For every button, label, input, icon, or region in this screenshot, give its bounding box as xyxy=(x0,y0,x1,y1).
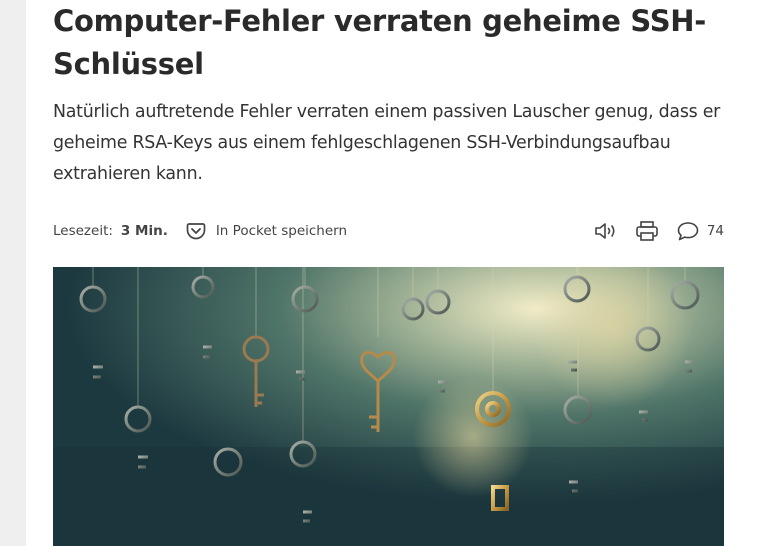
printer-icon xyxy=(636,221,658,241)
lead-line-3: extrahieren kann. xyxy=(53,164,203,184)
hanging-keys-image xyxy=(53,267,724,546)
audio-button[interactable] xyxy=(594,221,618,241)
article-title-line-1: Computer-Fehler verraten geheime SSH- xyxy=(53,4,707,38)
pocket-save-button[interactable]: In Pocket speichern xyxy=(186,221,347,241)
article-title: Computer-Fehler verraten geheime SSH- Sc… xyxy=(53,0,724,86)
comment-count: 74 xyxy=(706,223,724,239)
article: Computer-Fehler verraten geheime SSH- Sc… xyxy=(53,0,724,546)
left-sidebar-rail xyxy=(0,0,26,546)
article-actions: 74 xyxy=(594,220,724,242)
reading-time-label: Lesezeit: xyxy=(53,223,113,239)
speaker-icon xyxy=(595,223,615,239)
article-lead: Natürlich auftretende Fehler verraten ei… xyxy=(53,97,724,190)
article-meta-bar: Lesezeit: 3 Min. In Pocket speichern 74 xyxy=(53,219,724,243)
lead-line-1: Natürlich auftretende Fehler verraten ei… xyxy=(53,102,721,122)
speech-bubble-icon xyxy=(677,222,699,241)
lead-line-2: geheime RSA-Keys aus einem fehlgeschlage… xyxy=(53,133,671,153)
pocket-save-label: In Pocket speichern xyxy=(215,223,348,239)
pocket-icon xyxy=(186,223,206,240)
article-hero-image xyxy=(53,267,724,546)
print-button[interactable] xyxy=(635,220,659,242)
article-title-line-2: Schlüssel xyxy=(53,47,204,81)
reading-time-value: 3 Min. xyxy=(120,223,168,239)
comments-button[interactable]: 74 xyxy=(676,220,724,242)
